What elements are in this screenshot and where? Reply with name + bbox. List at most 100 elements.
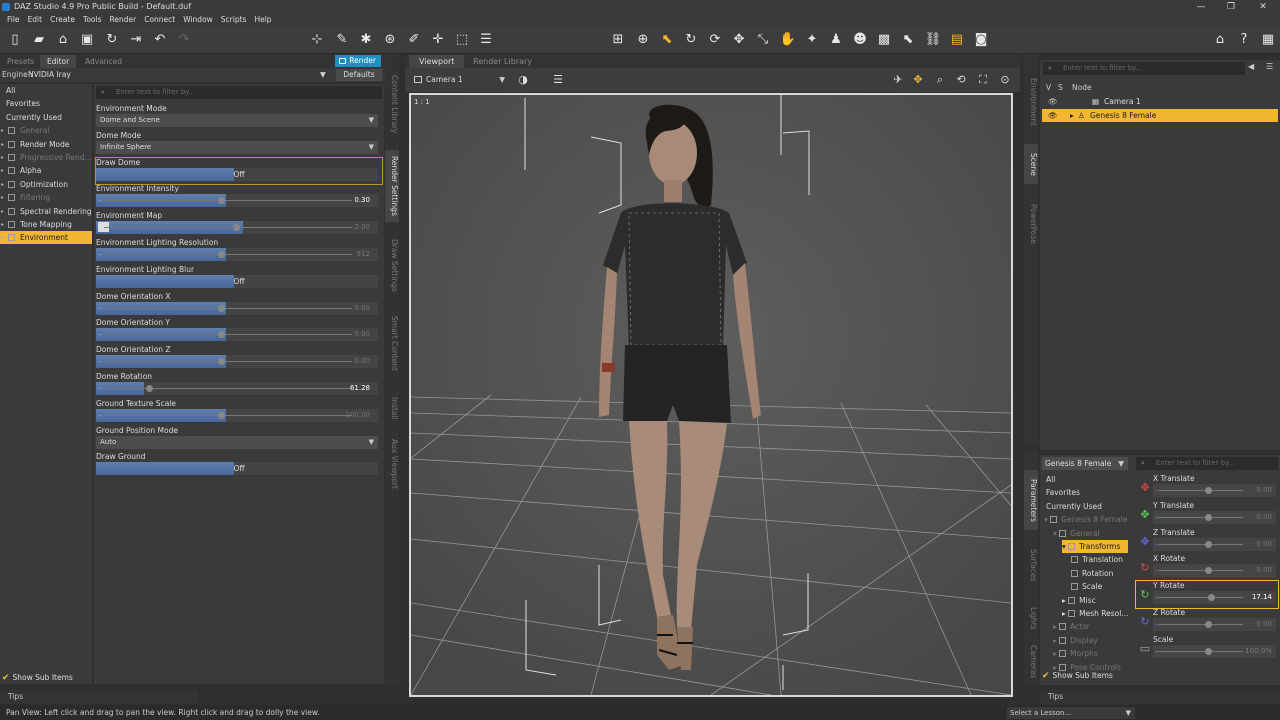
category-all[interactable]: All bbox=[0, 84, 92, 97]
slider-value[interactable]: 0.00 bbox=[354, 302, 370, 315]
draw-ground-toggle[interactable]: Off bbox=[96, 462, 378, 476]
vtab-surfaces[interactable]: Surfaces bbox=[1024, 540, 1038, 590]
vtab-scene[interactable]: Scene bbox=[1024, 144, 1038, 184]
tab-render-library[interactable]: Render Library bbox=[463, 55, 542, 68]
slider-value[interactable]: 512 bbox=[357, 248, 370, 261]
refresh-icon[interactable]: ↻ bbox=[103, 31, 121, 49]
slider-track[interactable]: –100.0% bbox=[1153, 644, 1276, 658]
expand-icon[interactable]: ▸ bbox=[1, 164, 4, 177]
expand-icon[interactable]: ▸ bbox=[1, 138, 4, 151]
slider-knob[interactable] bbox=[218, 304, 226, 312]
frame-icon[interactable]: ⛶ bbox=[975, 72, 991, 88]
expand-icon[interactable]: ▸ bbox=[1, 178, 4, 191]
param-node-mesh-resol[interactable]: ▸ Mesh Resol... bbox=[1062, 607, 1129, 620]
environment-lighting-blur-toggle[interactable]: Off bbox=[96, 274, 378, 288]
scene-nav-icon[interactable]: ⊞ bbox=[609, 31, 627, 49]
category-alpha[interactable]: ▸ Alpha bbox=[0, 164, 92, 177]
category-progressive-rend[interactable]: ▸ Progressive Rend... bbox=[0, 151, 92, 164]
scale-tool-icon[interactable]: ⤡ bbox=[754, 31, 772, 49]
slider-value[interactable]: 2.00 bbox=[354, 221, 370, 234]
help-icon[interactable]: ? bbox=[1235, 31, 1253, 49]
scene-filter-input[interactable]: ⌕ Enter text to filter by... bbox=[1043, 62, 1245, 75]
redo-icon[interactable]: ↷ bbox=[175, 31, 193, 49]
weight-tool-icon[interactable]: ✱ bbox=[357, 31, 375, 49]
param-node-rotation[interactable]: Rotation bbox=[1071, 567, 1113, 580]
dome-orientation-z-slider[interactable]: – 0.00 bbox=[96, 355, 378, 369]
category-environment[interactable]: ▸ Environment bbox=[0, 231, 92, 245]
pose-tool-icon[interactable]: ✋ bbox=[779, 31, 797, 49]
category-render-mode[interactable]: ▸ Render Mode bbox=[0, 138, 92, 151]
undo-icon[interactable]: ↶ bbox=[151, 31, 169, 49]
vtab-parameters[interactable]: Parameters bbox=[1024, 470, 1038, 530]
joint-tool-icon[interactable]: ✎ bbox=[333, 31, 351, 49]
scene-node-genesis-8-female[interactable]: 👁 ▸ ♙ Genesis 8 Female bbox=[1042, 109, 1278, 122]
slider-track[interactable]: –0.00 bbox=[1153, 537, 1276, 551]
ground-texture-scale-slider[interactable]: – 100.00 bbox=[96, 408, 378, 422]
slider-track[interactable]: –17.14 bbox=[1153, 591, 1276, 605]
tab-editor[interactable]: Editor bbox=[40, 55, 77, 68]
vtab-content-library[interactable]: Content Library bbox=[385, 74, 399, 134]
scene-menu-icon[interactable]: ☰ bbox=[1266, 62, 1273, 71]
slider-value[interactable]: 61.28 bbox=[350, 382, 370, 395]
vtab-lights[interactable]: Lights bbox=[1024, 598, 1038, 638]
param-node-favorites[interactable]: Favorites bbox=[1046, 486, 1080, 499]
merge-icon[interactable]: ⌂ bbox=[54, 31, 72, 49]
vtab-install[interactable]: Install bbox=[385, 390, 399, 426]
dome-rotation-slider[interactable]: – 61.28 bbox=[96, 382, 378, 395]
link-tool-icon[interactable]: ⛓ bbox=[924, 31, 942, 49]
region-tool-icon[interactable]: ⬚ bbox=[453, 31, 471, 49]
rotate-tool-icon[interactable]: ↻ bbox=[682, 31, 700, 49]
vtab-cameras[interactable]: Cameras bbox=[1024, 642, 1038, 682]
minimize-button[interactable]: — bbox=[1186, 0, 1216, 14]
slider-value[interactable]: 0.00 bbox=[1256, 538, 1272, 551]
environment-map-slider[interactable]: 2.00 bbox=[96, 221, 378, 235]
slider-value[interactable]: 0.00 bbox=[1256, 564, 1272, 577]
render-button[interactable]: Render bbox=[335, 55, 381, 67]
show-sub-items-toggle[interactable]: ✔ Show Sub Items bbox=[2, 673, 73, 683]
menu-file[interactable]: File bbox=[3, 14, 24, 26]
defaults-button[interactable]: Defaults bbox=[336, 69, 382, 81]
spot-render-icon[interactable]: ✛ bbox=[429, 31, 447, 49]
slider-value[interactable]: 100.00 bbox=[346, 409, 371, 422]
figure-select[interactable]: Genesis 8 Female ▼ bbox=[1042, 457, 1128, 470]
slider-track[interactable]: –0.00 bbox=[1153, 618, 1276, 631]
property-filter-input[interactable]: ⌕ Enter text to filter by... bbox=[96, 86, 382, 99]
orbit-tool-icon[interactable]: ⟳ bbox=[706, 31, 724, 49]
slider-knob[interactable] bbox=[1205, 540, 1213, 548]
menu-create[interactable]: Create bbox=[46, 14, 79, 26]
export-icon[interactable]: ⇥ bbox=[127, 31, 145, 49]
lesson-select[interactable]: Select a Lesson... ▼ bbox=[1007, 707, 1135, 719]
slider-knob[interactable] bbox=[146, 385, 154, 392]
maximize-button[interactable]: ❐ bbox=[1216, 0, 1246, 14]
tab-viewport[interactable]: Viewport bbox=[409, 55, 465, 68]
environment-mode-dropdown[interactable]: Dome and Scene ▼ bbox=[96, 114, 378, 127]
param-node-display[interactable]: ▸ Display bbox=[1053, 634, 1098, 647]
ground-position-mode-dropdown[interactable]: Auto ▼ bbox=[96, 435, 378, 449]
slider-value[interactable]: 0.00 bbox=[354, 328, 370, 341]
universal-tool-icon[interactable]: ⊕ bbox=[634, 31, 652, 49]
param-node-actor[interactable]: ▸ Actor bbox=[1053, 620, 1090, 633]
menu-edit[interactable]: Edit bbox=[24, 14, 47, 26]
camera-icon[interactable]: ◙ bbox=[972, 31, 990, 49]
slider-knob[interactable] bbox=[1205, 567, 1213, 575]
select-tool-icon[interactable]: ⬉ bbox=[899, 31, 917, 49]
vtab-aux-viewport[interactable]: Aux Viewport bbox=[385, 434, 399, 494]
figure-icon[interactable]: ♟ bbox=[827, 31, 845, 49]
slider-track[interactable]: –0.00 bbox=[1153, 510, 1276, 524]
slider-track[interactable]: –0.00 bbox=[1153, 484, 1276, 497]
slider-value[interactable]: 0.00 bbox=[1256, 618, 1272, 631]
slider-value[interactable]: 17.14 bbox=[1252, 591, 1272, 604]
category-general[interactable]: ▸ General bbox=[0, 124, 92, 137]
tab-presets[interactable]: Presets bbox=[0, 55, 41, 68]
pan-view-icon[interactable]: ✈ bbox=[890, 72, 906, 88]
tab-advanced[interactable]: Advanced bbox=[78, 55, 129, 68]
param-node-general[interactable]: ▾ General bbox=[1053, 527, 1100, 540]
vtab-environment[interactable]: Environment bbox=[1024, 72, 1038, 132]
menu-tools[interactable]: Tools bbox=[79, 14, 105, 26]
list-tool-icon[interactable]: ☰ bbox=[477, 31, 495, 49]
param-node-all[interactable]: All bbox=[1046, 473, 1055, 486]
expand-arrow-icon[interactable]: ▸ bbox=[1070, 109, 1074, 122]
slider-knob[interactable] bbox=[1207, 594, 1215, 602]
environment-intensity-slider[interactable]: – 0.30 bbox=[96, 194, 378, 208]
slider-knob[interactable] bbox=[1205, 647, 1213, 655]
